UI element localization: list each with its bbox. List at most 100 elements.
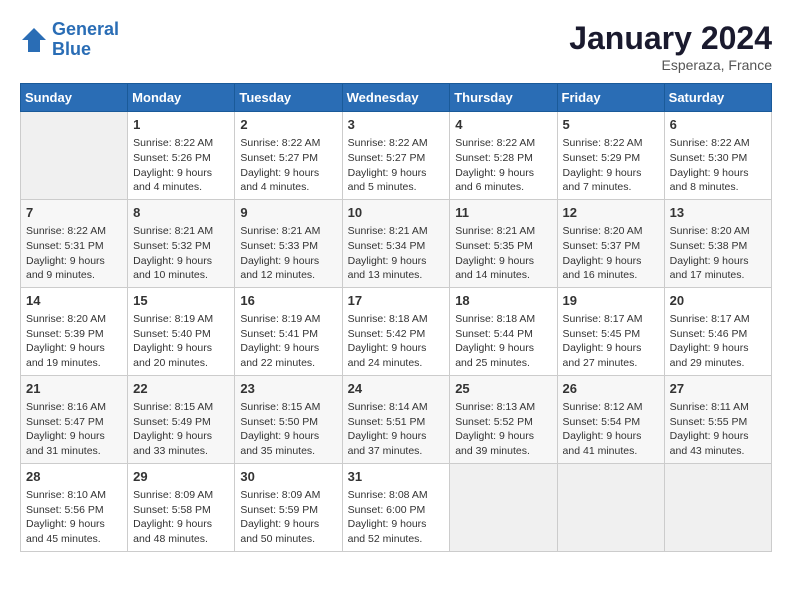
calendar-cell: 15Sunrise: 8:19 AM Sunset: 5:40 PM Dayli…	[128, 287, 235, 375]
day-info: Sunrise: 8:22 AM Sunset: 5:27 PM Dayligh…	[348, 136, 445, 195]
calendar-cell: 14 Sunrise: 8:20 AM Sunset: 5:39 PM Dayli…	[21, 287, 128, 375]
logo-icon	[20, 26, 48, 54]
location: Esperaza, France	[569, 57, 772, 73]
day-header-wednesday: Wednesday	[342, 84, 450, 112]
calendar-cell: 3 Sunrise: 8:22 AM Sunset: 5:27 PM Daylig…	[342, 112, 450, 200]
day-number: 10	[348, 204, 445, 222]
day-info: Sunrise: 8:14 AM Sunset: 5:51 PM Dayligh…	[348, 400, 445, 459]
calendar-cell: 24Sunrise: 8:14 AM Sunset: 5:51 PM Dayli…	[342, 375, 450, 463]
calendar-cell: 13Sunrise: 8:20 AM Sunset: 5:38 PM Dayli…	[664, 199, 771, 287]
calendar-cell: 10 Sunrise: 8:21 AM Sunset: 5:34 PM Dayli…	[342, 199, 450, 287]
day-number: 27	[670, 380, 766, 398]
day-info: Sunrise: 8:11 AM Sunset: 5:55 PM Dayligh…	[670, 400, 766, 459]
day-info: Sunrise: 8:08 AM Sunset: 6:00 PM Dayligh…	[348, 488, 445, 547]
day-info: Sunrise: 8:12 AM Sunset: 5:54 PM Dayligh…	[563, 400, 659, 459]
day-info: Sunrise: 8:15 AM Sunset: 5:50 PM Dayligh…	[240, 400, 336, 459]
calendar-cell	[450, 463, 557, 551]
calendar-cell: 6 Sunrise: 8:22 AM Sunset: 5:30 PM Daylig…	[664, 112, 771, 200]
calendar-cell: 18Sunrise: 8:18 AM Sunset: 5:44 PM Dayli…	[450, 287, 557, 375]
calendar-cell: 28 Sunrise: 8:10 AM Sunset: 5:56 PM Dayli…	[21, 463, 128, 551]
logo-blue: Blue	[52, 39, 91, 59]
calendar-cell: 26Sunrise: 8:12 AM Sunset: 5:54 PM Dayli…	[557, 375, 664, 463]
calendar-cell: 4Sunrise: 8:22 AM Sunset: 5:28 PM Daylig…	[450, 112, 557, 200]
week-row-2: 7 Sunrise: 8:22 AM Sunset: 5:31 PM Daylig…	[21, 199, 772, 287]
day-info: Sunrise: 8:22 AM Sunset: 5:27 PM Dayligh…	[240, 136, 336, 195]
day-info: Sunrise: 8:22 AM Sunset: 5:30 PM Dayligh…	[670, 136, 766, 195]
day-info: Sunrise: 8:22 AM Sunset: 5:29 PM Dayligh…	[563, 136, 659, 195]
day-info: Sunrise: 8:21 AM Sunset: 5:35 PM Dayligh…	[455, 224, 551, 283]
day-info: Sunrise: 8:21 AM Sunset: 5:33 PM Dayligh…	[240, 224, 336, 283]
calendar-cell: 20Sunrise: 8:17 AM Sunset: 5:46 PM Dayli…	[664, 287, 771, 375]
day-number: 25	[455, 380, 551, 398]
calendar-cell: 7 Sunrise: 8:22 AM Sunset: 5:31 PM Daylig…	[21, 199, 128, 287]
day-info: Sunrise: 8:18 AM Sunset: 5:42 PM Dayligh…	[348, 312, 445, 371]
day-info: Sunrise: 8:10 AM Sunset: 5:56 PM Dayligh…	[26, 488, 122, 547]
day-info: Sunrise: 8:15 AM Sunset: 5:49 PM Dayligh…	[133, 400, 229, 459]
day-number: 22	[133, 380, 229, 398]
week-row-5: 28 Sunrise: 8:10 AM Sunset: 5:56 PM Dayli…	[21, 463, 772, 551]
calendar-cell: 12 Sunrise: 8:20 AM Sunset: 5:37 PM Dayli…	[557, 199, 664, 287]
day-number: 3	[348, 116, 445, 134]
calendar-cell: 11 Sunrise: 8:21 AM Sunset: 5:35 PM Dayli…	[450, 199, 557, 287]
day-number: 20	[670, 292, 766, 310]
day-number: 13	[670, 204, 766, 222]
calendar-cell: 30Sunrise: 8:09 AM Sunset: 5:59 PM Dayli…	[235, 463, 342, 551]
calendar-cell: 19 Sunrise: 8:17 AM Sunset: 5:45 PM Dayli…	[557, 287, 664, 375]
day-info: Sunrise: 8:20 AM Sunset: 5:39 PM Dayligh…	[26, 312, 122, 371]
day-header-monday: Monday	[128, 84, 235, 112]
day-number: 8	[133, 204, 229, 222]
day-info: Sunrise: 8:17 AM Sunset: 5:45 PM Dayligh…	[563, 312, 659, 371]
calendar-cell: 29 Sunrise: 8:09 AM Sunset: 5:58 PM Dayli…	[128, 463, 235, 551]
calendar-cell: 17Sunrise: 8:18 AM Sunset: 5:42 PM Dayli…	[342, 287, 450, 375]
day-number: 14	[26, 292, 122, 310]
title-area: January 2024 Esperaza, France	[569, 20, 772, 73]
calendar-cell: 8 Sunrise: 8:21 AM Sunset: 5:32 PM Daylig…	[128, 199, 235, 287]
day-info: Sunrise: 8:22 AM Sunset: 5:31 PM Dayligh…	[26, 224, 122, 283]
day-number: 19	[563, 292, 659, 310]
day-info: Sunrise: 8:21 AM Sunset: 5:32 PM Dayligh…	[133, 224, 229, 283]
day-header-sunday: Sunday	[21, 84, 128, 112]
day-number: 18	[455, 292, 551, 310]
calendar-cell	[21, 112, 128, 200]
logo-text: General Blue	[52, 20, 119, 60]
day-header-row: SundayMondayTuesdayWednesdayThursdayFrid…	[21, 84, 772, 112]
day-number: 29	[133, 468, 229, 486]
calendar-body: 1Sunrise: 8:22 AM Sunset: 5:26 PM Daylig…	[21, 112, 772, 552]
day-header-tuesday: Tuesday	[235, 84, 342, 112]
day-number: 12	[563, 204, 659, 222]
day-info: Sunrise: 8:20 AM Sunset: 5:37 PM Dayligh…	[563, 224, 659, 283]
day-number: 9	[240, 204, 336, 222]
calendar-cell: 16 Sunrise: 8:19 AM Sunset: 5:41 PM Dayli…	[235, 287, 342, 375]
day-number: 6	[670, 116, 766, 134]
day-number: 15	[133, 292, 229, 310]
day-info: Sunrise: 8:13 AM Sunset: 5:52 PM Dayligh…	[455, 400, 551, 459]
calendar-cell: 21 Sunrise: 8:16 AM Sunset: 5:47 PM Dayli…	[21, 375, 128, 463]
day-number: 21	[26, 380, 122, 398]
calendar-cell: 27 Sunrise: 8:11 AM Sunset: 5:55 PM Dayli…	[664, 375, 771, 463]
calendar-cell	[557, 463, 664, 551]
day-number: 31	[348, 468, 445, 486]
calendar-cell: 31 Sunrise: 8:08 AM Sunset: 6:00 PM Dayli…	[342, 463, 450, 551]
day-number: 7	[26, 204, 122, 222]
day-info: Sunrise: 8:22 AM Sunset: 5:28 PM Dayligh…	[455, 136, 551, 195]
day-number: 28	[26, 468, 122, 486]
day-info: Sunrise: 8:09 AM Sunset: 5:58 PM Dayligh…	[133, 488, 229, 547]
calendar-cell: 2 Sunrise: 8:22 AM Sunset: 5:27 PM Daylig…	[235, 112, 342, 200]
day-number: 1	[133, 116, 229, 134]
calendar-cell: 25 Sunrise: 8:13 AM Sunset: 5:52 PM Dayli…	[450, 375, 557, 463]
day-number: 30	[240, 468, 336, 486]
day-number: 16	[240, 292, 336, 310]
calendar-cell: 9 Sunrise: 8:21 AM Sunset: 5:33 PM Daylig…	[235, 199, 342, 287]
day-number: 11	[455, 204, 551, 222]
calendar-table: SundayMondayTuesdayWednesdayThursdayFrid…	[20, 83, 772, 552]
calendar-cell: 5Sunrise: 8:22 AM Sunset: 5:29 PM Daylig…	[557, 112, 664, 200]
calendar-cell: 22 Sunrise: 8:15 AM Sunset: 5:49 PM Dayli…	[128, 375, 235, 463]
calendar-header: SundayMondayTuesdayWednesdayThursdayFrid…	[21, 84, 772, 112]
day-info: Sunrise: 8:19 AM Sunset: 5:41 PM Dayligh…	[240, 312, 336, 371]
month-title: January 2024	[569, 20, 772, 57]
day-info: Sunrise: 8:16 AM Sunset: 5:47 PM Dayligh…	[26, 400, 122, 459]
day-number: 2	[240, 116, 336, 134]
day-header-saturday: Saturday	[664, 84, 771, 112]
day-info: Sunrise: 8:21 AM Sunset: 5:34 PM Dayligh…	[348, 224, 445, 283]
week-row-3: 14 Sunrise: 8:20 AM Sunset: 5:39 PM Dayli…	[21, 287, 772, 375]
